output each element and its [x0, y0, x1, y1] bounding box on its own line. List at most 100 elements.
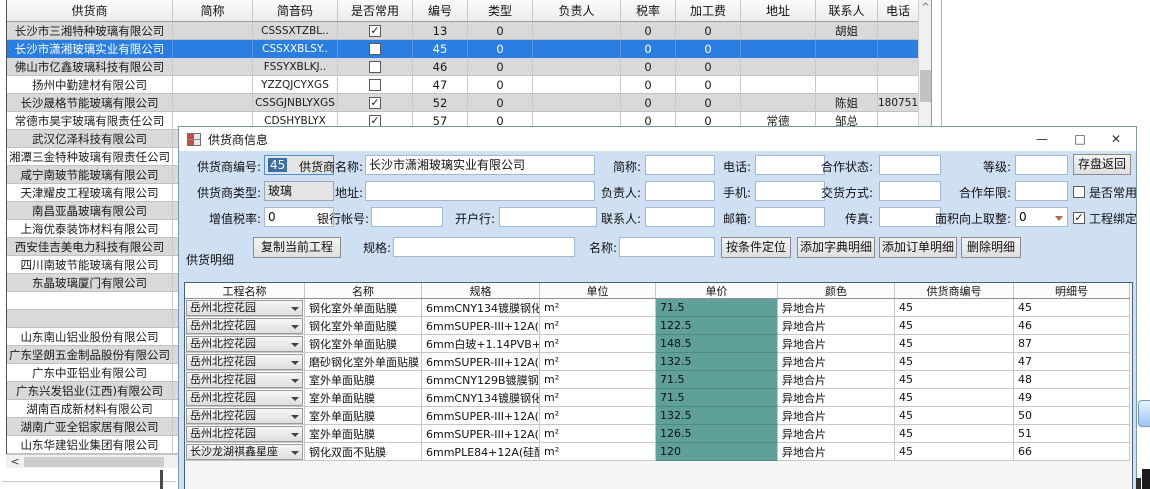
- detail-cell: m²: [540, 371, 656, 389]
- horizontal-scrollbar-thumb[interactable]: [24, 457, 164, 467]
- table-row[interactable]: 扬州中勤建材有限公司YZZQJCYXGS47000: [7, 76, 919, 94]
- column-header[interactable]: 是否常用: [338, 0, 413, 21]
- column-header[interactable]: 电话: [878, 0, 919, 21]
- short-name-field[interactable]: [645, 155, 715, 175]
- column-header[interactable]: 地址: [741, 0, 816, 21]
- add-dict-button[interactable]: 添加字典明细: [797, 237, 875, 258]
- supplier-type-label: 供货商类型:: [186, 183, 261, 203]
- table-row[interactable]: 长沙市潇湘玻璃实业有限公司CSSXXBLSY..45000: [7, 40, 919, 58]
- checked-checkbox[interactable]: ✓: [1073, 212, 1085, 224]
- supplier-name-field[interactable]: 长沙市潇湘玻璃实业有限公司: [365, 155, 595, 175]
- project-combobox[interactable]: 岳州北控花园: [186, 390, 303, 406]
- table-cell: [878, 40, 919, 58]
- unchecked-checkbox[interactable]: [369, 61, 381, 73]
- detail-row[interactable]: 长沙龙湖祺鑫星座钢化双面不贴膜6mmPLE84+12A(硅酮胶...m²120异…: [185, 443, 1130, 461]
- table-cell: 180751: [878, 94, 919, 112]
- table-row[interactable]: 长沙市三湘特种玻璃有限公司CSSSXTZBL..✓13000胡姐: [7, 22, 919, 40]
- bind-checkbox[interactable]: ✓工程绑定: [1073, 208, 1143, 228]
- bank-account-field[interactable]: [371, 207, 443, 227]
- detail-cell: m²: [540, 389, 656, 407]
- column-header[interactable]: 简称: [173, 0, 253, 21]
- dialog-titlebar[interactable]: 供货商信息 — □ ✕: [179, 127, 1136, 151]
- table-row[interactable]: 佛山市亿鑫玻璃科技有限公司FSSYXBLKJ..46000: [7, 58, 919, 76]
- table-cell: 湖南百成新材料有限公司: [7, 400, 173, 418]
- column-header[interactable]: 税率: [621, 0, 676, 21]
- column-header[interactable]: 类型: [468, 0, 533, 21]
- detail-row[interactable]: 岳州北控花园钢化室外单面贴膜6mmCNY134镀膜钢化m²71.5异地合片454…: [185, 299, 1130, 317]
- copy-button[interactable]: 复制当前工程: [253, 237, 341, 258]
- vertical-scrollbar-thumb[interactable]: [920, 70, 931, 102]
- checked-checkbox[interactable]: ✓: [369, 97, 381, 109]
- checked-checkbox[interactable]: ✓: [369, 115, 381, 127]
- locate-button[interactable]: 按条件定位: [721, 237, 791, 258]
- unchecked-checkbox[interactable]: [1073, 186, 1085, 198]
- column-header[interactable]: 单价: [656, 283, 778, 298]
- project-combobox[interactable]: 岳州北控花园: [186, 426, 303, 442]
- table-cell: [878, 76, 919, 94]
- supplier-table-header: 供货商简称简音码是否常用编号类型负责人税率加工费地址联系人电话: [7, 0, 919, 22]
- unchecked-checkbox[interactable]: [369, 79, 381, 91]
- supplier-type-field[interactable]: 玻璃: [264, 181, 334, 201]
- column-header[interactable]: 供货商编号: [895, 283, 1014, 298]
- detail-row[interactable]: 岳州北控花园室外单面贴膜6mmCNY134镀膜钢化m²71.5异地合片4549: [185, 389, 1130, 407]
- column-header[interactable]: 名称: [305, 283, 422, 298]
- detail-row[interactable]: 岳州北控花园室外单面贴膜6mmSUPER-III+12A(硅...m²126.5…: [185, 425, 1130, 443]
- column-header[interactable]: 规格: [422, 283, 540, 298]
- name-input[interactable]: [619, 237, 715, 257]
- checked-checkbox[interactable]: ✓: [369, 25, 381, 37]
- project-combobox[interactable]: 岳州北控花园: [186, 372, 303, 388]
- table-cell: 山东华建铝业集团有限公司: [7, 436, 173, 454]
- coop-years-field[interactable]: [1015, 181, 1068, 201]
- detail-row[interactable]: 岳州北控花园室外单面贴膜6mmSUPER-III+12A(硅...m²132.5…: [185, 407, 1130, 425]
- save-button[interactable]: 存盘返回: [1073, 154, 1131, 175]
- project-combobox[interactable]: 岳州北控花园: [186, 318, 303, 334]
- project-combobox[interactable]: 岳州北控花园: [186, 336, 303, 352]
- unchecked-checkbox[interactable]: [369, 43, 381, 55]
- round-up-dropdown[interactable]: 0: [1015, 207, 1068, 227]
- table-cell: 山东南山铝业股份有限公司: [7, 328, 173, 346]
- project-combobox[interactable]: 岳州北控花园: [186, 300, 303, 316]
- grade-field[interactable]: [1015, 155, 1068, 175]
- table-cell: 0: [468, 22, 533, 40]
- spec-input[interactable]: [393, 237, 575, 257]
- contact-field[interactable]: [645, 207, 715, 227]
- table-cell: 0: [621, 94, 676, 112]
- column-header[interactable]: 加工费: [676, 0, 741, 21]
- column-header[interactable]: 单位: [540, 283, 656, 298]
- manager-field[interactable]: [645, 181, 715, 201]
- detail-row[interactable]: 岳州北控花园磨砂钢化室外单面贴膜6mmSUPER-III+12A(硅...m²1…: [185, 353, 1130, 371]
- project-combobox[interactable]: 岳州北控花园: [186, 354, 303, 370]
- column-header[interactable]: 简音码: [253, 0, 338, 21]
- table-cell: [338, 58, 413, 76]
- delivery-field[interactable]: [879, 181, 941, 201]
- table-row[interactable]: 长沙晟格节能玻璃有限公司CSSGJNBLYXGS✓52000陈姐180751: [7, 94, 919, 112]
- column-header[interactable]: 工程名称: [185, 283, 305, 298]
- coop-status-field[interactable]: [879, 155, 941, 175]
- column-header[interactable]: 供货商: [7, 0, 173, 21]
- add-order-button[interactable]: 添加订单明细: [879, 237, 957, 258]
- detail-cell: 45: [895, 443, 1014, 461]
- chevron-down-icon: [291, 415, 299, 419]
- column-header[interactable]: 明细号: [1014, 283, 1130, 298]
- bank-field[interactable]: [499, 207, 597, 227]
- detail-row[interactable]: 岳州北控花园室外单面贴膜6mmCNY129B镀膜钢化m²71.5异地合片4548: [185, 371, 1130, 389]
- detail-row[interactable]: 岳州北控花园钢化室外单面贴膜6mmSUPER-III+12A(硅...m²122…: [185, 317, 1130, 335]
- project-combobox[interactable]: 长沙龙湖祺鑫星座: [186, 444, 303, 460]
- common-checkbox[interactable]: 是否常用: [1073, 182, 1143, 202]
- detail-row[interactable]: 岳州北控花园钢化室外单面贴膜6mm白玻+1.14PVB+6mm...m²148.…: [185, 335, 1130, 353]
- minimize-button[interactable]: —: [1024, 127, 1060, 151]
- address-field[interactable]: [365, 181, 595, 201]
- project-combobox[interactable]: 岳州北控花园: [186, 408, 303, 424]
- column-header[interactable]: 颜色: [778, 283, 895, 298]
- column-header[interactable]: 负责人: [533, 0, 621, 21]
- scroll-left-icon[interactable]: <: [8, 455, 22, 469]
- delete-button[interactable]: 删除明细: [961, 237, 1021, 258]
- column-header[interactable]: 联系人: [816, 0, 878, 21]
- maximize-button[interactable]: □: [1062, 127, 1098, 151]
- column-header[interactable]: 编号: [413, 0, 468, 21]
- detail-cell: 48: [1014, 371, 1130, 389]
- detail-cell: 室外单面贴膜: [305, 389, 422, 407]
- scroll-up-icon[interactable]: ^: [919, 1, 932, 15]
- close-button[interactable]: ✕: [1098, 127, 1134, 151]
- grade-label: 等级:: [967, 157, 1011, 177]
